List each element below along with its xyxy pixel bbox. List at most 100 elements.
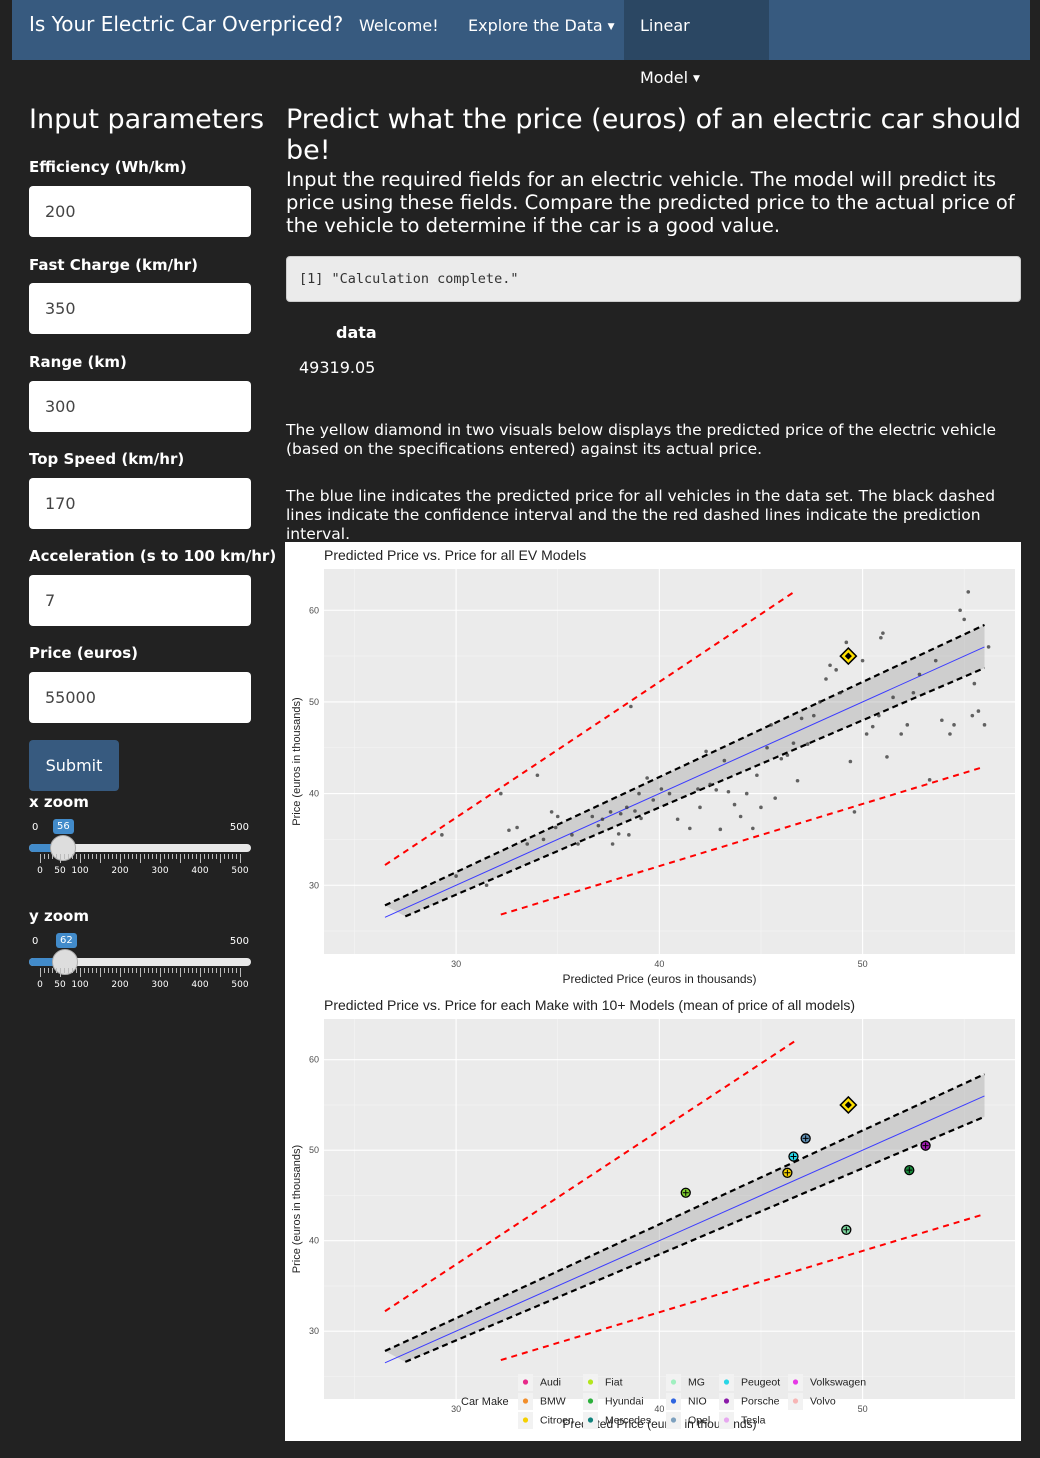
data-point: [940, 718, 944, 723]
slider-tick-label: 100: [71, 866, 89, 876]
data-point: [860, 658, 865, 663]
x-tick-label: 40: [654, 1404, 664, 1414]
slider-max-label: 500: [229, 936, 249, 947]
range-input[interactable]: [29, 381, 251, 432]
data-point: [549, 810, 554, 814]
slider-tick: [96, 854, 97, 859]
slider-tick: [164, 854, 165, 859]
nav-welcome-label: Welcome!: [359, 16, 439, 35]
data-point: [805, 742, 810, 746]
legend-entry-label: Opel: [688, 1415, 710, 1427]
app-brand[interactable]: Is Your Electric Car Overpriced?: [29, 12, 343, 36]
slider-tick: [48, 968, 49, 973]
slider-tick: [116, 854, 117, 859]
table-header: data: [336, 323, 377, 342]
data-point: [844, 640, 849, 645]
legend-swatch: [587, 1417, 594, 1423]
submit-button[interactable]: Submit: [29, 740, 119, 791]
data-point: [639, 816, 643, 821]
price-label: Price (euros): [29, 644, 139, 662]
slider-tick: [156, 854, 157, 859]
y-tick-label: 60: [309, 1055, 319, 1065]
legend-swatch: [522, 1398, 529, 1404]
data-point: [499, 791, 503, 796]
legend-swatch: [522, 1379, 529, 1385]
caret-down-icon: ▼: [693, 73, 700, 84]
data-point: [484, 883, 489, 888]
slider-tick: [88, 854, 89, 859]
efficiency-label: Efficiency (Wh/km): [29, 158, 187, 176]
slider-tick: [88, 968, 89, 973]
slider-tick-label: 200: [111, 866, 129, 876]
data-point: [659, 787, 664, 791]
slider-tick: [224, 854, 225, 859]
nav-linear-model[interactable]: Linear Model ▼: [624, 0, 769, 87]
slider-tick: [48, 854, 49, 859]
slider-tick: [136, 968, 137, 973]
slider-tick: [184, 854, 185, 859]
data-point: [535, 773, 540, 778]
slider-tick: [196, 854, 197, 859]
legend-swatch: [587, 1398, 594, 1404]
data-point: [590, 814, 595, 819]
data-point: [785, 753, 790, 757]
slider-tick: [160, 854, 161, 863]
slider-ticks: [29, 968, 251, 980]
x-zoom-slider[interactable]: 0 500 56 0 50 100 200 300 400 500: [29, 819, 251, 902]
price-input[interactable]: [29, 672, 251, 723]
slider-tick: [120, 968, 121, 977]
data-point: [917, 672, 922, 677]
slider-tick: [44, 854, 45, 859]
slider-tick-label: 300: [151, 866, 169, 876]
efficiency-input[interactable]: [29, 186, 251, 237]
slider-tick: [104, 854, 105, 859]
slider-tick: [92, 854, 93, 859]
data-point: [852, 810, 857, 814]
data-point: [454, 874, 458, 878]
slider-tick: [188, 854, 189, 859]
slider-tick: [72, 968, 73, 973]
slider-tick-label: 400: [191, 980, 209, 990]
legend-swatch: [792, 1398, 799, 1404]
y-zoom-slider[interactable]: 0 500 62 0 50 100 200 300 400 500: [29, 933, 251, 1016]
data-point: [828, 663, 832, 668]
slider-ticks: [29, 854, 251, 866]
data-point: [515, 825, 519, 830]
nav-welcome[interactable]: Welcome!: [343, 0, 455, 60]
data-point: [881, 631, 885, 635]
data-point: [779, 756, 784, 761]
data-point: [576, 842, 580, 846]
slider-tick: [220, 968, 221, 977]
slider-tick: [132, 968, 133, 973]
data-point: [633, 809, 637, 813]
legend-entry-label: Audi: [540, 1377, 561, 1389]
data-point: [795, 778, 800, 783]
caret-down-icon: ▼: [607, 21, 615, 32]
slider-tick: [168, 968, 169, 973]
slider-tick: [44, 968, 45, 973]
legend-swatch: [723, 1379, 730, 1385]
slider-tick: [72, 854, 73, 859]
slider-tick: [112, 968, 113, 973]
slider-tick: [84, 854, 85, 859]
top-speed-input[interactable]: [29, 478, 251, 529]
y-tick-label: 50: [309, 697, 319, 707]
acceleration-input[interactable]: [29, 575, 251, 626]
data-point: [877, 713, 881, 718]
data-point: [870, 724, 875, 729]
data-point: [952, 723, 956, 727]
data-point: [627, 833, 631, 837]
acceleration-label: Acceleration (s to 100 km/hr): [29, 547, 277, 565]
slider-tick: [100, 968, 101, 977]
slider-tick: [212, 968, 213, 973]
fast-charge-input[interactable]: [29, 283, 251, 334]
x-axis-label: Predicted Price (euros in thousands): [562, 972, 756, 986]
data-point: [600, 817, 605, 822]
data-point: [986, 645, 991, 649]
nav-explore-data[interactable]: Explore the Data ▼: [452, 0, 631, 60]
legend-swatch: [723, 1398, 730, 1404]
data-point: [553, 825, 558, 830]
slider-tick: [92, 968, 93, 973]
slider-tick: [180, 968, 181, 977]
slider-tick: [116, 968, 117, 973]
